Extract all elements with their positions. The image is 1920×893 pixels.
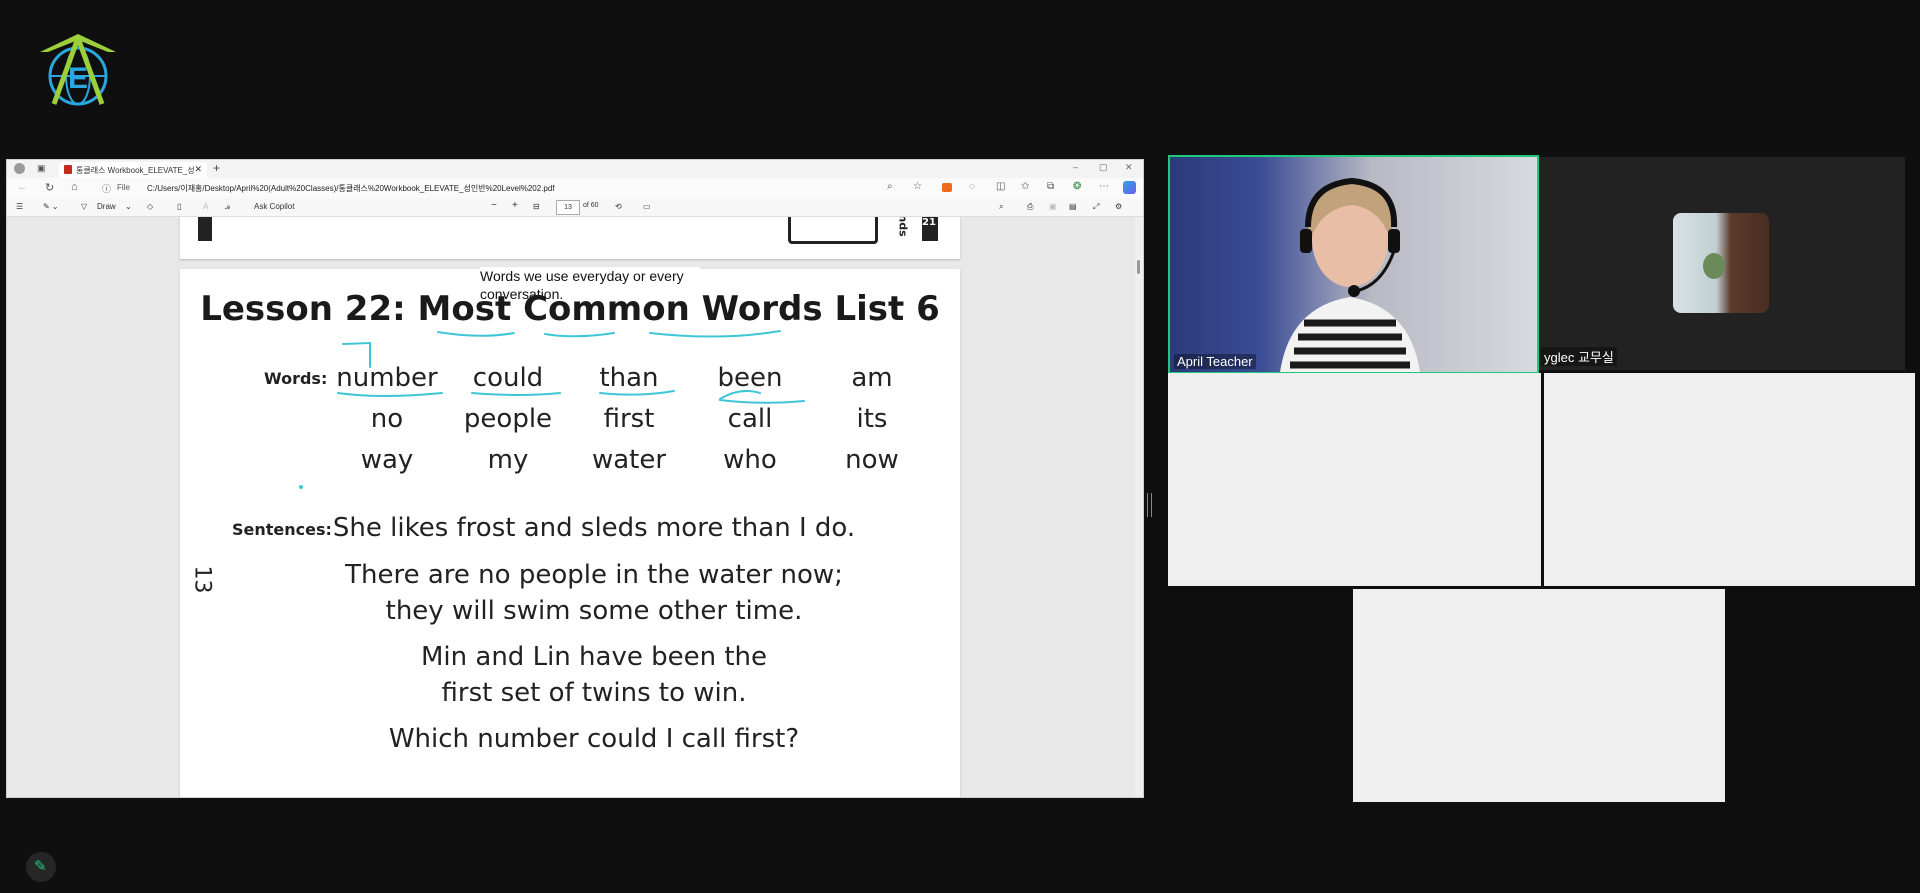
browser-essentials-icon[interactable]: ❂ bbox=[1073, 181, 1081, 192]
page-marker-left bbox=[198, 217, 212, 241]
split-screen-icon[interactable]: ◫ bbox=[996, 181, 1005, 192]
classroom-avatar-plant bbox=[1703, 253, 1725, 279]
sentence: She likes frost and sleds more than I do… bbox=[332, 513, 856, 543]
draw-chevron-icon[interactable]: ⌄ bbox=[125, 202, 132, 211]
page-number-vertical: 13 bbox=[189, 565, 215, 594]
print-icon[interactable]: ⎙ bbox=[1027, 202, 1033, 212]
sync-icon[interactable]: ◌ bbox=[969, 181, 975, 192]
video-tile-empty-1[interactable] bbox=[1168, 373, 1541, 586]
save-as-icon[interactable]: ▤ bbox=[1069, 202, 1077, 211]
browser-window: ▣ 통클래스 Workbook_ELEVATE_성 ✕ + – ▢ ✕ ← ↻ … bbox=[6, 159, 1144, 798]
sentence: There are no people in the water now; bbox=[345, 560, 843, 590]
page-view-icon[interactable]: ▭ bbox=[643, 202, 651, 211]
favorites-icon[interactable]: ✩ bbox=[1021, 181, 1029, 192]
more-menu-icon[interactable]: ⋯ bbox=[1099, 181, 1109, 192]
video-tile-classroom[interactable]: yglec 교무실 bbox=[1539, 157, 1905, 370]
address-bar: ← ↻ ⌂ ⓘ File C:/Users/이재홍/Desktop/April%… bbox=[7, 178, 1143, 198]
fit-page-icon[interactable]: ⊟ bbox=[533, 202, 540, 211]
tab-actions-icon[interactable]: ▣ bbox=[37, 163, 46, 174]
close-window-icon[interactable]: ✕ bbox=[1125, 162, 1133, 173]
save-disabled-icon: ▣ bbox=[1049, 202, 1057, 211]
pdf-viewer[interactable]: nds 21 Words we use everyday or every co… bbox=[7, 217, 1143, 797]
draw-button[interactable]: Draw bbox=[97, 202, 116, 211]
annotate-button[interactable]: ✎ bbox=[26, 852, 56, 882]
video-tile-empty-2[interactable] bbox=[1544, 373, 1915, 586]
page-box-right bbox=[788, 217, 878, 244]
pdf-toolbar: ☰ ✎ ⌄ ▽ Draw ⌄ ◇ ▯ A ꭿ Ask Copilot − + ⊟… bbox=[7, 198, 1143, 217]
classroom-avatar bbox=[1673, 213, 1769, 313]
panel-splitter[interactable] bbox=[1147, 493, 1152, 517]
ask-copilot-button[interactable]: Ask Copilot bbox=[254, 202, 294, 211]
favorite-star-icon[interactable]: ☆ bbox=[913, 181, 922, 192]
video-tile-teacher[interactable]: April Teacher bbox=[1168, 155, 1539, 374]
search-icon[interactable]: ⌕ bbox=[999, 202, 1003, 212]
url-field[interactable]: C:/Users/이재홍/Desktop/April%20(Adult%20Cl… bbox=[147, 183, 555, 194]
previous-page: nds 21 bbox=[180, 217, 960, 259]
contents-icon[interactable]: ☰ bbox=[16, 202, 23, 211]
rotate-icon[interactable]: ⟲ bbox=[615, 202, 622, 211]
back-icon[interactable]: ← bbox=[17, 181, 28, 193]
page-total-label: of 60 bbox=[583, 202, 599, 209]
pdf-scrollbar[interactable] bbox=[1135, 217, 1143, 797]
info-icon[interactable]: ⓘ bbox=[102, 182, 111, 195]
read-aloud-disabled-icon: A bbox=[203, 202, 209, 211]
tab-title: 통클래스 Workbook_ELEVATE_성 bbox=[76, 166, 195, 175]
pdf-scrollbar-thumb[interactable] bbox=[1137, 260, 1140, 274]
prev-page-number: 21 bbox=[922, 217, 938, 241]
close-tab-icon[interactable]: ✕ bbox=[194, 164, 202, 175]
collections-icon[interactable]: ⧉ bbox=[1047, 181, 1054, 192]
tab-pdf[interactable]: 통클래스 Workbook_ELEVATE_성 ✕ bbox=[59, 162, 207, 178]
new-tab-button[interactable]: + bbox=[213, 161, 220, 175]
profile-icon[interactable] bbox=[14, 163, 25, 174]
sentence: Which number could I call first? bbox=[388, 724, 800, 754]
prev-page-vertical-text: nds bbox=[896, 217, 910, 237]
copilot-icon[interactable] bbox=[1123, 181, 1136, 194]
elevate-logo: E bbox=[40, 34, 116, 106]
participant-name-classroom: yglec 교무실 bbox=[1541, 347, 1617, 366]
read-aloud-icon[interactable]: ꭿ bbox=[225, 202, 230, 212]
zoom-in-icon[interactable]: + bbox=[512, 200, 518, 211]
erase-icon[interactable]: ◇ bbox=[147, 202, 153, 211]
refresh-icon[interactable]: ↻ bbox=[45, 181, 54, 194]
maximize-icon[interactable]: ▢ bbox=[1099, 162, 1108, 173]
home-icon[interactable]: ⌂ bbox=[71, 181, 78, 193]
pencil-icon: ✎ bbox=[34, 858, 47, 875]
minimize-icon[interactable]: – bbox=[1073, 162, 1078, 172]
text-icon[interactable]: ▯ bbox=[177, 202, 181, 211]
tab-bar: ▣ 통클래스 Workbook_ELEVATE_성 ✕ + – ▢ ✕ bbox=[7, 160, 1143, 178]
zoom-out-icon[interactable]: − bbox=[491, 200, 497, 211]
sentence: first set of twins to win. bbox=[441, 678, 747, 708]
sentence: Min and Lin have been the bbox=[421, 642, 767, 672]
highlight-icon[interactable]: ✎ ⌄ bbox=[43, 202, 59, 211]
svg-text:E: E bbox=[68, 62, 88, 95]
file-scheme-label: File bbox=[117, 183, 130, 192]
extension-icon[interactable] bbox=[942, 183, 952, 192]
zoom-icon[interactable]: ⌕ bbox=[887, 181, 893, 192]
teacher-video-avatar bbox=[1280, 177, 1420, 372]
participant-name-teacher: April Teacher bbox=[1174, 354, 1256, 369]
workbook-page: Words we use everyday or every conversat… bbox=[180, 267, 960, 797]
video-tile-empty-3[interactable] bbox=[1353, 589, 1725, 802]
settings-icon[interactable]: ⚙ bbox=[1115, 202, 1122, 211]
sentence: they will swim some other time. bbox=[385, 596, 803, 626]
fullscreen-icon[interactable]: ⤢ bbox=[1093, 202, 1099, 212]
pdf-icon bbox=[64, 165, 72, 174]
draw-icon[interactable]: ▽ bbox=[81, 202, 87, 211]
page-number-input[interactable]: 13 bbox=[556, 200, 580, 215]
